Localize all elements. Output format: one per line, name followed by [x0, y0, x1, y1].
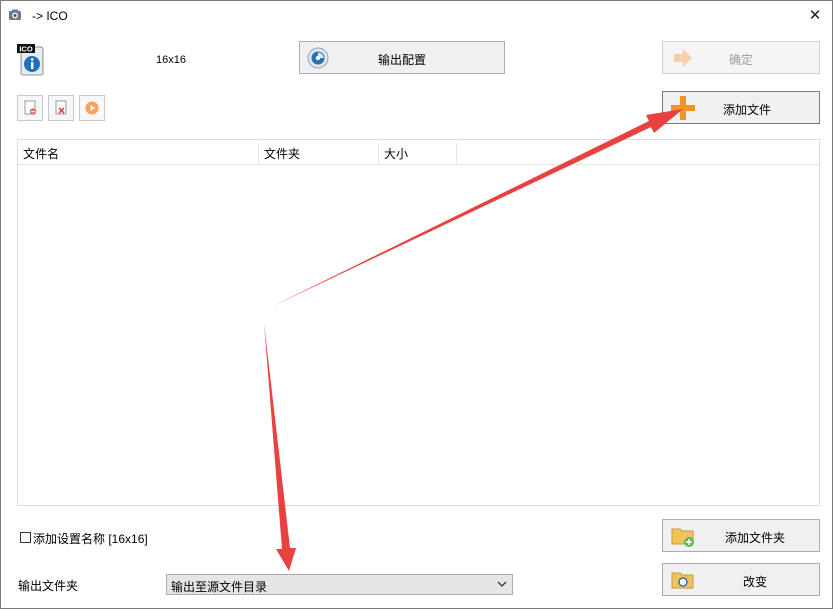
column-header-folder[interactable]: 文件夹	[259, 143, 379, 165]
file-list-header: 文件名 文件夹 大小	[18, 143, 819, 165]
output-config-button[interactable]: 输出配置	[299, 41, 505, 74]
play-icon	[85, 101, 99, 115]
remove-icon	[24, 100, 37, 115]
ico-badge-text: ICO	[19, 45, 33, 54]
close-button[interactable]: ✕	[798, 1, 832, 31]
remove-file-button[interactable]	[17, 95, 43, 121]
change-button[interactable]: 改变	[662, 563, 820, 596]
add-setting-name-label: 添加设置名称 [16x16]	[33, 532, 148, 546]
size-label: 16x16	[156, 54, 186, 66]
window-title: -> ICO	[32, 9, 68, 23]
checkbox-box[interactable]	[20, 532, 31, 543]
clear-icon	[55, 100, 67, 115]
column-header-size[interactable]: 大小	[379, 143, 457, 165]
app-icon	[9, 9, 21, 20]
change-label: 改变	[743, 575, 768, 589]
ico-file-icon: ICO	[17, 44, 44, 76]
clear-list-button[interactable]	[48, 95, 74, 121]
output-folder-select[interactable]: 输出至源文件目录	[166, 574, 513, 595]
output-folder-label: 输出文件夹	[18, 579, 79, 593]
column-header-name[interactable]: 文件名	[18, 143, 259, 165]
app-window: -> ICO ✕ ICO 16x16 输出配置 确定 添加文件 文件名 文件夹 …	[0, 0, 833, 609]
folder-change-icon	[671, 572, 694, 589]
add-file-label: 添加文件	[723, 103, 772, 117]
add-file-button[interactable]: 添加文件	[662, 91, 820, 124]
ok-button[interactable]: 确定	[662, 41, 820, 74]
ok-label: 确定	[728, 53, 753, 67]
file-list[interactable]: 文件名 文件夹 大小	[17, 139, 820, 506]
output-folder-value: 输出至源文件目录	[171, 580, 268, 594]
output-config-label: 输出配置	[377, 53, 426, 67]
start-button[interactable]	[79, 95, 105, 121]
chevron-down-icon	[497, 581, 507, 587]
title-bar: -> ICO ✕	[1, 1, 832, 31]
plus-icon	[671, 96, 695, 120]
add-folder-label: 添加文件夹	[725, 531, 786, 545]
add-folder-button[interactable]: 添加文件夹	[662, 519, 820, 552]
folder-add-icon	[671, 528, 694, 547]
